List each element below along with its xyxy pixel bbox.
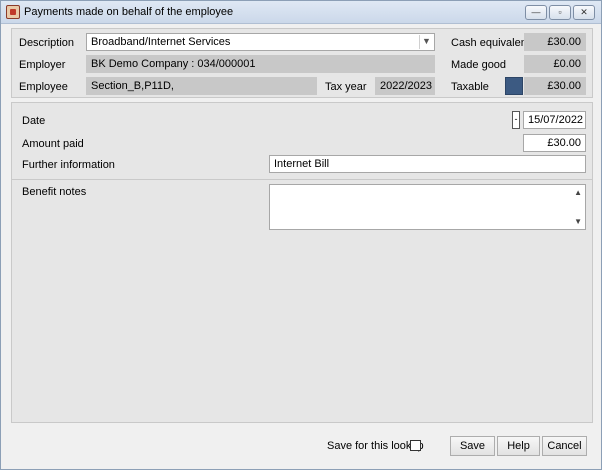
save-for-lookup-checkbox[interactable] bbox=[410, 440, 421, 451]
cancel-button[interactable]: Cancel bbox=[542, 436, 587, 456]
description-label: Description bbox=[19, 37, 75, 49]
scroll-up-icon[interactable]: ▲ bbox=[574, 188, 582, 197]
minimize-button[interactable]: — bbox=[525, 5, 547, 20]
date-picker-button[interactable]: - bbox=[512, 111, 520, 129]
employee-field: Section_B,P11D, bbox=[86, 77, 317, 95]
section-divider bbox=[12, 179, 592, 180]
details-group: Date - 15/07/2022 Amount paid £30.00 Fur… bbox=[11, 102, 593, 423]
help-button[interactable]: Help bbox=[497, 436, 540, 456]
further-information-input[interactable]: Internet Bill bbox=[269, 155, 586, 173]
amount-paid-label: Amount paid bbox=[22, 138, 84, 150]
chevron-down-icon[interactable]: ▼ bbox=[419, 35, 433, 49]
employer-label: Employer bbox=[19, 59, 66, 71]
scroll-down-icon[interactable]: ▼ bbox=[574, 217, 582, 226]
date-label: Date bbox=[22, 115, 46, 127]
amount-paid-input[interactable]: £30.00 bbox=[523, 134, 586, 152]
tax-year-field: 2022/2023 bbox=[375, 77, 435, 95]
cash-equivalent-field: £30.00 bbox=[524, 33, 586, 51]
benefit-notes-textarea[interactable]: ▲ ▼ bbox=[269, 184, 586, 230]
benefit-notes-label: Benefit notes bbox=[22, 186, 87, 198]
taxable-color-swatch bbox=[505, 77, 523, 95]
description-value: Broadband/Internet Services bbox=[91, 36, 231, 48]
further-information-label: Further information bbox=[22, 159, 115, 171]
taxable-field: £30.00 bbox=[524, 77, 586, 95]
description-dropdown[interactable]: Broadband/Internet Services ▼ bbox=[86, 33, 435, 51]
maximize-button[interactable]: ▫ bbox=[549, 5, 571, 20]
title-bar: Payments made on behalf of the employee … bbox=[1, 1, 601, 24]
close-button[interactable]: ✕ bbox=[573, 5, 595, 20]
made-good-field: £0.00 bbox=[524, 55, 586, 73]
tax-year-label: Tax year bbox=[325, 81, 367, 93]
header-group: Description Broadband/Internet Services … bbox=[11, 28, 593, 98]
date-input[interactable]: 15/07/2022 bbox=[523, 111, 586, 129]
employer-field: BK Demo Company : 034/000001 bbox=[86, 55, 435, 73]
cash-equivalent-label: Cash equivalent bbox=[451, 37, 530, 49]
save-button[interactable]: Save bbox=[450, 436, 495, 456]
taxable-label: Taxable bbox=[451, 81, 489, 93]
window-title: Payments made on behalf of the employee bbox=[24, 6, 234, 18]
made-good-label: Made good bbox=[451, 59, 507, 71]
dialog-window: Payments made on behalf of the employee … bbox=[0, 0, 602, 470]
employee-label: Employee bbox=[19, 81, 68, 93]
app-icon bbox=[6, 5, 20, 19]
